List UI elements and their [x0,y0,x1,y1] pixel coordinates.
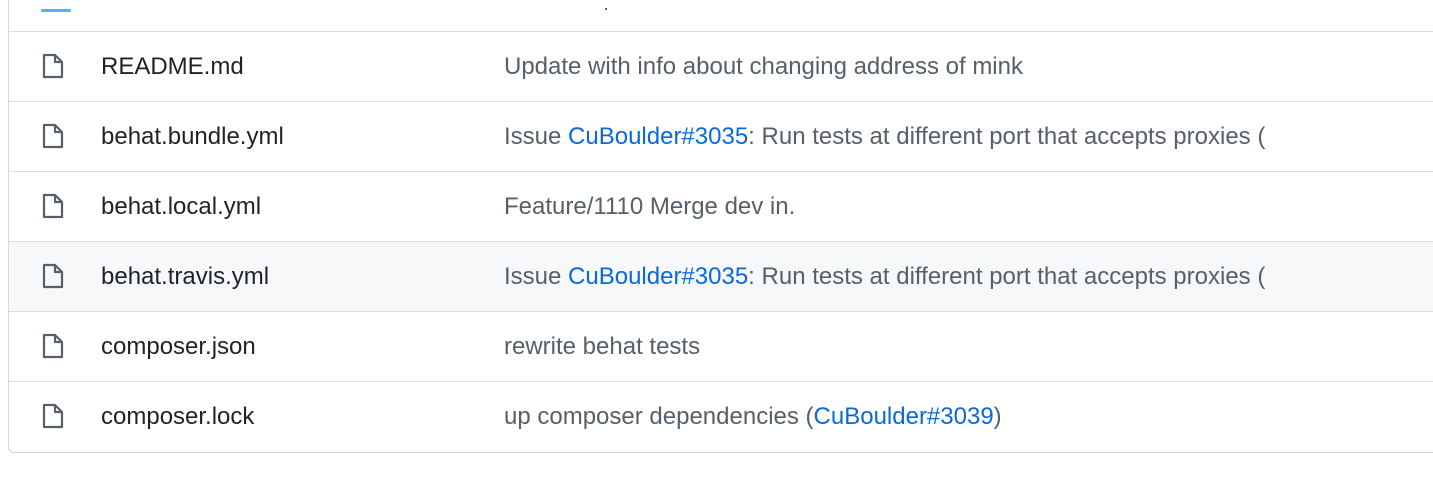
file-icon [41,402,65,430]
commit-message[interactable]: Update with info about changing address … [504,32,1023,101]
file-list: README.md Update with info about changing… [8,0,1433,453]
file-icon [41,262,65,290]
commit-message-text: ) [993,403,1002,430]
file-row[interactable]: composer.lock up composer dependencies (C… [9,381,1433,451]
file-row[interactable]: behat.bundle.yml Issue CuBoulder#3035: Ru… [9,101,1433,171]
file-name-link[interactable]: README.md [101,32,244,101]
partial-row [9,0,1433,31]
commit-message-text: up composer dependencies ( [504,403,814,430]
file-row[interactable]: README.md Update with info about changing… [9,31,1433,101]
directory-icon [41,9,71,12]
partial-text [605,8,607,10]
commit-message-text: Feature/1110 Merge dev in. [504,193,796,220]
issue-link[interactable]: CuBoulder#3039 [814,403,994,430]
file-name-link[interactable]: behat.local.yml [101,172,261,241]
file-row[interactable]: behat.travis.yml Issue CuBoulder#3035: Ru… [9,241,1433,311]
commit-message[interactable]: Issue CuBoulder#3035: Run tests at diffe… [504,242,1265,311]
commit-message-text: : Run tests at different port that accep… [748,263,1266,290]
commit-message-text: rewrite behat tests [504,333,701,360]
commit-message-text: Issue [504,123,569,150]
file-icon [41,192,65,220]
file-icon [41,52,65,80]
commit-message-text: Update with info about changing address … [504,53,1023,80]
file-name-link[interactable]: behat.bundle.yml [101,102,284,171]
file-name-link[interactable]: behat.travis.yml [101,242,269,311]
commit-message-text: Issue [504,263,569,290]
issue-link[interactable]: CuBoulder#3035 [568,123,748,150]
commit-message[interactable]: rewrite behat tests [504,312,700,381]
issue-link[interactable]: CuBoulder#3035 [568,263,748,290]
file-icon [41,332,65,360]
file-icon [41,122,65,150]
file-name-link[interactable]: composer.lock [101,382,254,451]
file-name-link[interactable]: composer.json [101,312,256,381]
commit-message[interactable]: Issue CuBoulder#3035: Run tests at diffe… [504,102,1265,171]
commit-message[interactable]: Feature/1110 Merge dev in. [504,172,795,241]
file-row[interactable]: composer.json rewrite behat tests [9,311,1433,381]
file-row[interactable]: behat.local.yml Feature/1110 Merge dev in… [9,171,1433,241]
commit-message-text: : Run tests at different port that accep… [748,123,1266,150]
commit-message[interactable]: up composer dependencies (CuBoulder#3039… [504,382,1002,451]
